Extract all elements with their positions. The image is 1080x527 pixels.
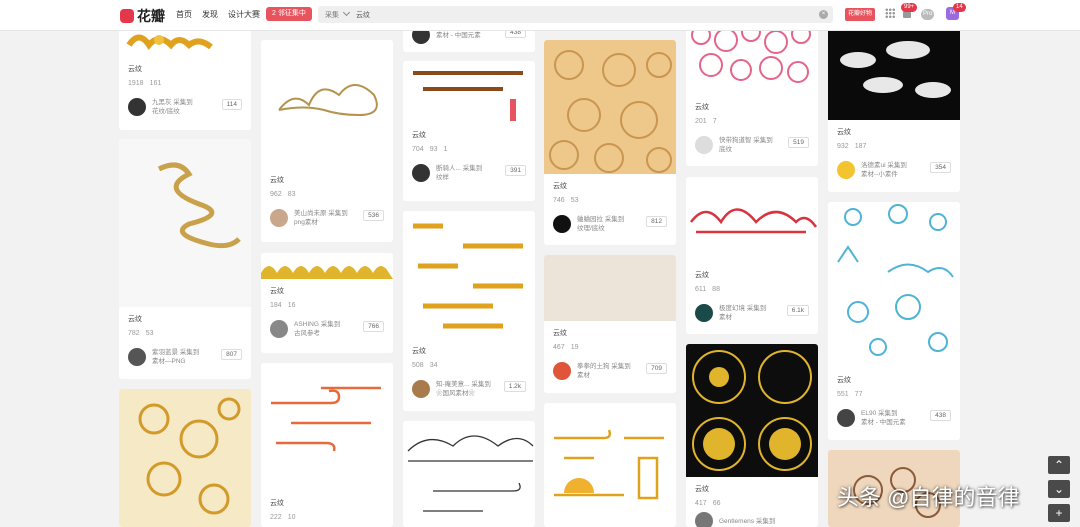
- pin-image[interactable]: [828, 202, 960, 368]
- nav-contest[interactable]: 设计大赛: [228, 9, 260, 20]
- pin-card[interactable]: 云纹 508 34 知-庵美意... 采集到 ❀国风素材❀ 1.2k: [403, 211, 535, 411]
- chevron-down-icon[interactable]: [342, 8, 351, 17]
- pin-image[interactable]: [686, 20, 818, 95]
- pro-badge[interactable]: Pro: [921, 9, 935, 20]
- pin-image[interactable]: [261, 40, 393, 168]
- promo-badge[interactable]: 2 邻征集中: [266, 7, 312, 21]
- pin-card[interactable]: 云纹 551 77 EL90 采集到 素材 - 中国元素 438: [828, 202, 960, 440]
- add-button[interactable]: +: [1048, 504, 1070, 522]
- avatar[interactable]: [128, 98, 146, 116]
- pin-image[interactable]: [261, 253, 393, 279]
- pin-image[interactable]: [403, 211, 535, 339]
- apps-grid-icon[interactable]: [885, 8, 895, 18]
- pin-card[interactable]: 云纹 417 66 Gentlemens 采集到: [686, 344, 818, 527]
- pin-image[interactable]: [686, 344, 818, 477]
- pin-card[interactable]: 云纹 222 10: [261, 363, 393, 527]
- pin-image[interactable]: [544, 255, 676, 321]
- pin-card[interactable]: 云纹 184 16 ASHING 采集到 古风参考 766: [261, 253, 393, 353]
- pin-title: 云纹: [128, 66, 142, 73]
- watermark: 头条 @自律的音律: [837, 485, 1020, 510]
- logo-icon: [120, 9, 134, 23]
- search-category[interactable]: 采集: [325, 10, 339, 20]
- pin-card[interactable]: 云纹 201 7 快带狗道智 采集到 底纹 519: [686, 20, 818, 166]
- down-button[interactable]: ⌄: [1048, 480, 1070, 498]
- pin-card[interactable]: 云纹 962 83 美山尚未原 采集到 png素材 536: [261, 40, 393, 242]
- pin-card[interactable]: 云纹 1918 161 九黑灰 采集到 花纹/底纹 114: [119, 20, 251, 130]
- pin-card[interactable]: [119, 389, 251, 527]
- pin-card[interactable]: 云纹 932 187 洛德素ui 采集到 素材--小素件 354: [828, 20, 960, 192]
- pin-image[interactable]: [261, 363, 393, 491]
- back-to-top-button[interactable]: ⌃: [1048, 456, 1070, 474]
- pin-image[interactable]: [403, 421, 535, 527]
- pin-owner[interactable]: 九黑灰 采集到 花纹/底纹 114: [128, 96, 242, 118]
- count-badge[interactable]: 114: [221, 99, 242, 110]
- nav-home[interactable]: 首页: [176, 9, 192, 20]
- pin-card[interactable]: [544, 403, 676, 527]
- pin-card[interactable]: 云纹 467 19 拳拳的土狗 采集到 素材 709: [544, 255, 676, 393]
- shop-button[interactable]: 花瓣好物: [845, 8, 876, 21]
- notification-badge: 99+: [901, 3, 918, 12]
- pin-image[interactable]: [544, 40, 676, 174]
- logo[interactable]: 花瓣: [120, 6, 165, 26]
- pin-card[interactable]: 云纹 704 93 1 断骑人... 采集到 纹样 391: [403, 61, 535, 201]
- search-input[interactable]: 云纹: [356, 10, 370, 20]
- pin-image[interactable]: [828, 20, 960, 120]
- logo-text: 花瓣: [137, 8, 165, 24]
- pin-card[interactable]: 云纹 746 53 蛐蛐园拉 采集到 纹理/底纹 812: [544, 40, 676, 245]
- search-bar[interactable]: 采集 云纹 ×: [318, 6, 833, 23]
- pin-image[interactable]: [686, 177, 818, 263]
- main-nav: 首页 发现 设计大赛: [176, 9, 260, 20]
- pin-card[interactable]: [403, 421, 535, 527]
- pin-image[interactable]: [544, 403, 676, 527]
- nav-discover[interactable]: 发现: [202, 9, 218, 20]
- pin-card[interactable]: 云纹 611 88 极度幻境 采集到 素材 6.1k: [686, 177, 818, 334]
- pin-stats: 1918 161: [128, 80, 162, 87]
- clear-icon[interactable]: ×: [819, 10, 828, 19]
- pin-card[interactable]: 云纹 782 53 紫羽蓝景 采集到 素材—PNG 807: [119, 139, 251, 379]
- avatar-badge: 14: [953, 3, 966, 12]
- pin-image[interactable]: [119, 139, 251, 307]
- top-bar: 花瓣 首页 发现 设计大赛 2 邻征集中 采集 云纹 × 花瓣好物 99+ Pr…: [0, 0, 1080, 31]
- pin-image[interactable]: [119, 389, 251, 527]
- pin-image[interactable]: [403, 61, 535, 123]
